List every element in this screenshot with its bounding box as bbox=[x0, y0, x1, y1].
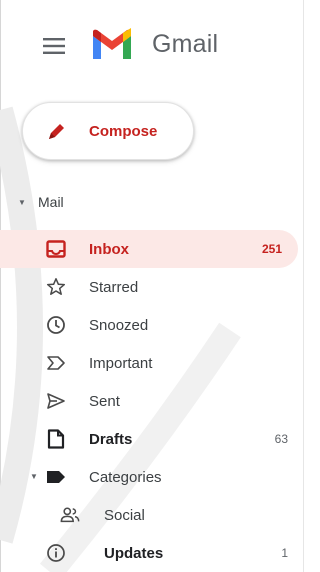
sidebar-item-social[interactable]: Social bbox=[0, 496, 304, 534]
sidebar-item-important[interactable]: Important bbox=[0, 344, 304, 382]
sidebar-item-starred[interactable]: Starred bbox=[0, 268, 304, 306]
sidebar-item-label: Sent bbox=[89, 392, 120, 410]
info-icon bbox=[46, 543, 66, 563]
sidebar-item-label: Drafts bbox=[89, 430, 133, 448]
sidebar-item-label: Snoozed bbox=[89, 316, 149, 334]
inbox-icon bbox=[46, 239, 66, 259]
important-icon bbox=[46, 353, 66, 373]
updates-count: 1 bbox=[281, 546, 288, 560]
send-icon bbox=[46, 391, 66, 411]
compose-label: Compose bbox=[89, 123, 158, 140]
sidebar-item-label: Updates bbox=[104, 544, 164, 562]
gmail-m-logo[interactable] bbox=[90, 28, 134, 62]
sidebar-item-label: Social bbox=[104, 506, 145, 524]
pencil-icon bbox=[49, 124, 64, 139]
sidebar-item-sent[interactable]: Sent bbox=[0, 382, 304, 420]
unread-count: 251 bbox=[261, 242, 282, 256]
draft-count: 63 bbox=[274, 432, 288, 446]
caret-down-icon: ▼ bbox=[18, 197, 26, 207]
mail-section-label: Mail bbox=[38, 194, 64, 210]
draft-icon bbox=[46, 429, 66, 449]
label-icon bbox=[46, 467, 66, 487]
hamburger-menu-icon bbox=[43, 38, 65, 54]
sidebar-item-updates[interactable]: Updates 1 bbox=[0, 534, 304, 572]
sidebar-item-categories[interactable]: ▼ Categories bbox=[0, 458, 304, 496]
sidebar-item-label: Important bbox=[89, 354, 153, 372]
people-icon bbox=[60, 505, 80, 525]
app-title: Gmail bbox=[152, 30, 219, 58]
sidebar-item-label: Categories bbox=[89, 468, 162, 486]
caret-down-icon[interactable]: ▼ bbox=[30, 472, 38, 481]
app-header: Gmail bbox=[0, 0, 304, 88]
sidebar-item-label: Inbox bbox=[89, 240, 129, 258]
sidebar-item-drafts[interactable]: Drafts 63 bbox=[0, 420, 304, 458]
main-menu-button[interactable] bbox=[40, 34, 68, 58]
sidebar-item-inbox[interactable]: Inbox 251 bbox=[0, 230, 298, 268]
sidebar-item-snoozed[interactable]: Snoozed bbox=[0, 306, 304, 344]
clock-icon bbox=[46, 315, 66, 335]
mail-section-toggle[interactable]: ▼ Mail bbox=[18, 192, 64, 212]
sidebar-item-label: Starred bbox=[89, 278, 139, 296]
mail-folder-list: Inbox 251 Starred Snoozed Important Sent… bbox=[0, 230, 304, 572]
star-icon bbox=[46, 277, 66, 297]
compose-button[interactable]: Compose bbox=[22, 102, 194, 160]
